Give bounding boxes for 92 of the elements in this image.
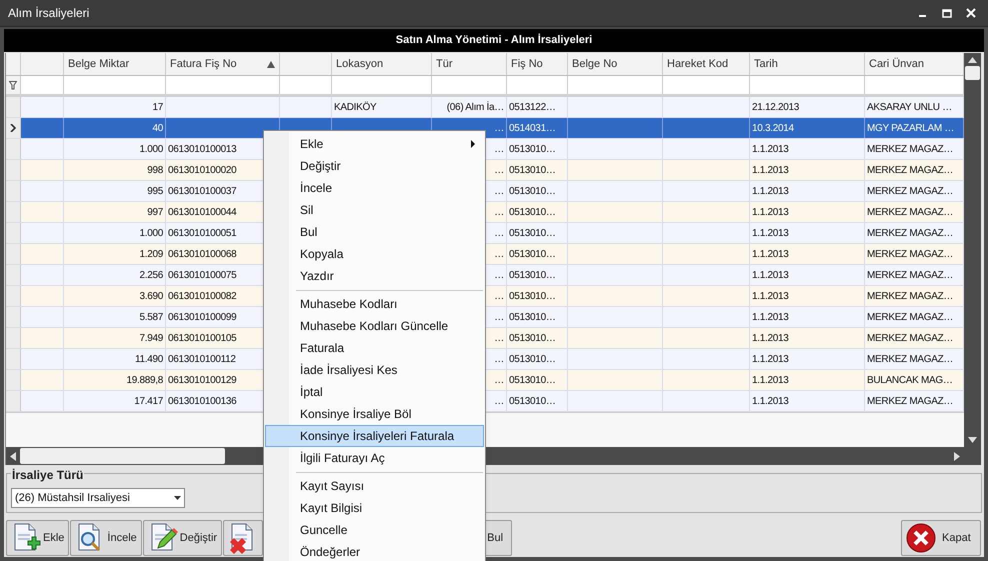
table-cell-text: 997 [147, 206, 163, 220]
table-cell-text: 1.1.2013 [752, 332, 789, 346]
table-cell-text: 0513010… [509, 374, 556, 388]
table-cell-text: 1.1.2013 [752, 142, 789, 156]
table-cell-text: 0613010100099 [168, 310, 236, 324]
table-cell-text: MERKEZ MAGAZ… [867, 290, 954, 304]
table-cell-text: 0513010… [509, 352, 556, 366]
table-cell-text: 0513010… [509, 248, 556, 262]
table-cell-text: 10.3.2014 [752, 122, 794, 136]
table-cell-text: 0514031… [509, 122, 556, 136]
table-cell-text: 1.209 [139, 248, 163, 262]
table-cell-text: KADIKÖY [334, 100, 376, 114]
table-cell-text: MERKEZ MAGAZ… [867, 142, 954, 156]
table-cell-text: MERKEZ MAGAZ… [867, 394, 954, 408]
table-cell-text: 0513010… [509, 142, 556, 156]
table-cell-text: 0613010100075 [168, 268, 236, 282]
table-cell-text: 0513010… [509, 226, 556, 240]
table-cell-text: 1.1.2013 [752, 184, 789, 198]
table-cell-text: 0513122… [509, 100, 556, 114]
table-cell-text: 1.000 [139, 226, 163, 240]
table-cell-text: … [494, 352, 504, 366]
table-cell-text: MERKEZ MAGAZ… [867, 352, 954, 366]
table-cell-text: 0613010100037 [168, 184, 236, 198]
table-cell-text: 1.1.2013 [752, 394, 789, 408]
table-cell-text: … [494, 394, 504, 408]
table-cell-text: 17.417 [134, 394, 163, 408]
table-cell-text: 1.1.2013 [752, 206, 789, 220]
table-cell-text: … [494, 310, 504, 324]
table-cell-text: 0613010100082 [168, 290, 236, 304]
table-cell-text: 1.1.2013 [752, 374, 789, 388]
table-cell-text: MERKEZ MAGAZ… [867, 226, 954, 240]
table-cell-text: 1.1.2013 [752, 226, 789, 240]
table-cell-text: … [494, 142, 504, 156]
table-cell-text: 0613010100013 [168, 142, 236, 156]
table-cell-text: MERKEZ MAGAZ… [867, 164, 954, 178]
table-cell-text: 1.1.2013 [752, 310, 789, 324]
table-cell-text: (06) Alım İa… [446, 100, 504, 114]
table-cell-text: MERKEZ MAGAZ… [867, 206, 954, 220]
table-cell-text: MGY PAZARLAM … [867, 122, 954, 136]
table-cell-text: 0613010100044 [168, 206, 236, 220]
table-cell-text: MERKEZ MAGAZ… [867, 248, 954, 262]
table-cell-text: … [494, 248, 504, 262]
table-cell-text: 0613010100020 [168, 164, 236, 178]
table-cell-text: 0613010100112 [168, 352, 236, 366]
table-cell-text: 0513010… [509, 164, 556, 178]
table-cell-text: … [494, 184, 504, 198]
table-cell-text: 3.690 [139, 290, 163, 304]
table-cell-text: … [494, 122, 504, 136]
table-cell-text: 998 [147, 164, 163, 178]
table-cell-text: 995 [147, 184, 163, 198]
table-cell-text: 1.1.2013 [752, 164, 789, 178]
window-title: Alım İrsaliyeleri [8, 5, 90, 22]
table-cell-text: 0513010… [509, 184, 556, 198]
table-cell-text: 0613010100068 [168, 248, 236, 262]
table-cell-text: AKSARAY UNLU … [867, 100, 952, 114]
group-label: İrsaliye Türü [11, 466, 84, 484]
table-cell-text: 1.000 [139, 142, 163, 156]
table-cell-text: 11.490 [134, 352, 163, 366]
table-cell-text: MERKEZ MAGAZ… [867, 184, 954, 198]
table-cell-text: 2.256 [139, 268, 163, 282]
table-cell-text: 7.949 [139, 332, 163, 346]
table-cell-text: … [494, 206, 504, 220]
table-cell-text: … [494, 226, 504, 240]
table-cell-text: 0513010… [509, 310, 556, 324]
table-cell-text: 5.587 [139, 310, 163, 324]
table-cell-text: … [494, 332, 504, 346]
table-cell-text: 1.1.2013 [752, 248, 789, 262]
table-cell-text: 40 [152, 122, 163, 136]
table-cell-text: 0613010100105 [168, 332, 236, 346]
table-cell-text: BULANCAK MAG… [867, 374, 953, 388]
table-cell-text: 1.1.2013 [752, 290, 789, 304]
table-cell-text: … [494, 374, 504, 388]
table-cell-text: 1.1.2013 [752, 268, 789, 282]
table-cell-text: MERKEZ MAGAZ… [867, 310, 954, 324]
table-cell-text: MERKEZ MAGAZ… [867, 268, 954, 282]
table-cell-text: 0613010100136 [168, 394, 236, 408]
table-cell-text: … [494, 268, 504, 282]
table-cell-text: … [494, 164, 504, 178]
table-cell-text: … [494, 290, 504, 304]
table-cell-text: 0513010… [509, 332, 556, 346]
table-cell-text: 0513010… [509, 394, 556, 408]
banner: Satın Alma Yönetimi - Alım İrsaliyeleri [4, 29, 984, 52]
table-cell-text: 1.1.2013 [752, 352, 789, 366]
table-cell-text: MERKEZ MAGAZ… [867, 332, 954, 346]
table-cell-text: 0513010… [509, 206, 556, 220]
table-cell-text: 0613010100129 [168, 374, 236, 388]
table-cell-text: 17 [152, 100, 163, 114]
table-cell-text: 19.889,8 [126, 374, 163, 388]
table-cell-text: 0513010… [509, 290, 556, 304]
table-cell-text: 21.12.2013 [752, 100, 800, 114]
table-cell-text: 0513010… [509, 268, 556, 282]
table-cell-text: 0613010100051 [168, 226, 236, 240]
